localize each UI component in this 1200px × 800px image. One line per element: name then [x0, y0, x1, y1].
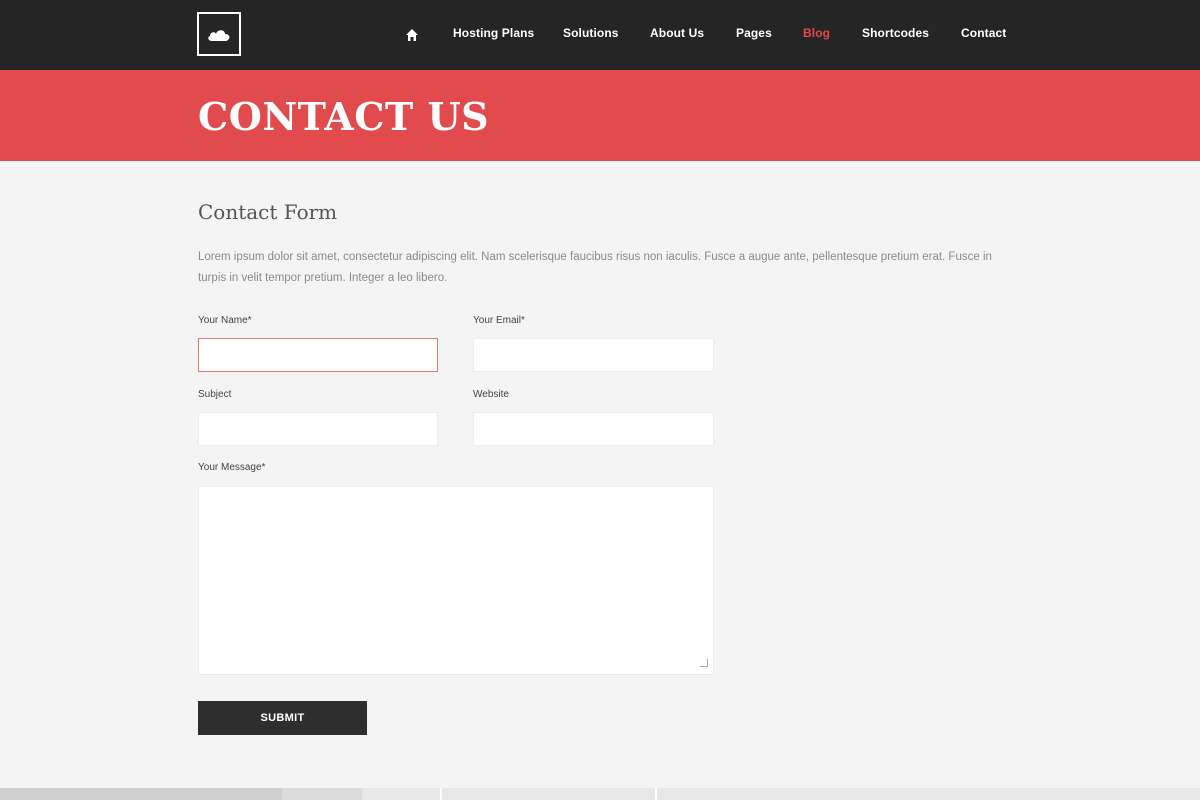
submit-button[interactable]: SUBMIT	[198, 701, 367, 735]
contact-form-title: Contact Form	[198, 200, 338, 224]
contact-intro-text: Lorem ipsum dolor sit amet, consectetur …	[198, 251, 992, 284]
nav-about-us[interactable]: About Us	[650, 26, 704, 40]
website-input[interactable]	[473, 412, 714, 446]
map-road	[440, 788, 442, 800]
name-label: Your Name*	[198, 315, 252, 326]
nav-hosting-plans[interactable]: Hosting Plans	[453, 26, 534, 40]
email-label: Your Email*	[473, 315, 525, 326]
top-navbar: Hosting Plans Solutions About Us Pages B…	[0, 0, 1200, 70]
nav-shortcodes[interactable]: Shortcodes	[862, 26, 929, 40]
nav-pages[interactable]: Pages	[736, 26, 772, 40]
message-textarea[interactable]	[198, 486, 714, 675]
website-label: Website	[473, 389, 509, 400]
map-road	[655, 788, 657, 800]
subject-input[interactable]	[198, 412, 438, 446]
name-input[interactable]	[198, 338, 438, 372]
message-label: Your Message*	[198, 462, 266, 473]
map-area-block	[282, 788, 362, 800]
nav-solutions[interactable]: Solutions	[563, 26, 619, 40]
page-title: CONTACT US	[198, 94, 490, 139]
email-input[interactable]	[473, 338, 714, 372]
textarea-resize-handle[interactable]	[700, 659, 708, 667]
main-nav: Hosting Plans Solutions About Us Pages B…	[0, 0, 1200, 70]
subject-label: Subject	[198, 389, 232, 400]
nav-contact[interactable]: Contact	[961, 26, 1006, 40]
map-preview[interactable]	[0, 788, 1200, 800]
contact-content: Contact Form Lorem ipsum dolor sit amet,…	[0, 161, 1200, 788]
map-area-block	[0, 788, 282, 800]
nav-blog[interactable]: Blog	[803, 26, 830, 40]
page-hero-banner: CONTACT US	[0, 70, 1200, 161]
home-icon[interactable]	[405, 28, 419, 42]
